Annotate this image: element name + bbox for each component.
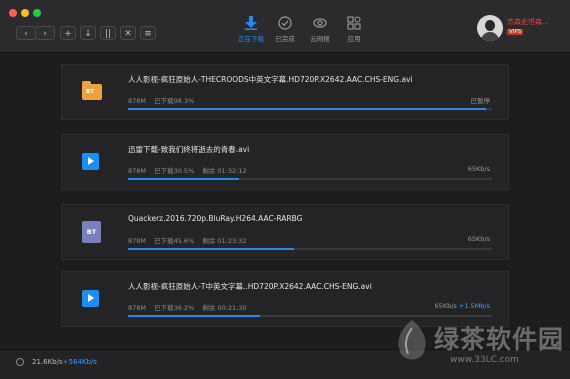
task-status: 已暂停 <box>470 97 491 105</box>
progress-bar <box>128 315 492 317</box>
delete-button[interactable]: ✕ <box>120 26 136 40</box>
file-type-label: BT <box>82 221 101 243</box>
avatar-body <box>481 32 499 41</box>
total-down-speed: 21.6Kb/s <box>32 358 63 366</box>
file-size: 878M <box>128 167 147 175</box>
file-size: 878M <box>128 97 147 105</box>
tab-downloading[interactable]: 正在下载 <box>236 16 266 43</box>
time-remaining: 剩余 01:32:12 <box>202 167 247 175</box>
download-speed: 65Kb/s <box>434 302 457 310</box>
tab-label: 正在下载 <box>238 35 264 43</box>
pause-button[interactable]: || <box>100 26 116 40</box>
progress-bar <box>128 108 492 110</box>
time-remaining: 剩余 01:23:32 <box>202 237 247 245</box>
download-item[interactable]: BT Quackerz.2016.720p.BluRay.H264.AAC-RA… <box>61 204 509 260</box>
file-name: 人人影视-疯狂原始人-T中英文字幕..HD720P.X2642.AAC.CHS-… <box>128 282 372 291</box>
titlebar: ‹ › + ↓ || ✕ ≡ 正在下载 已完成 云网搜 应用 杰森史坦森... … <box>0 0 570 53</box>
video-play-icon <box>82 150 102 174</box>
back-button[interactable]: ‹ <box>16 26 36 40</box>
cloud-search-icon <box>313 18 327 28</box>
watermark: 绿茶软件园 www.33LC.com <box>392 318 570 378</box>
file-size: 878M <box>128 304 147 312</box>
file-name: 迅雷下载-致我们终将逝去的青春.avi <box>128 145 250 154</box>
file-meta: 878M 已下载45.6% 剩余 01:23:32 <box>128 235 253 245</box>
nav-group: ‹ › <box>16 26 56 40</box>
bt-folder-icon: BT <box>82 80 102 104</box>
download-speed: 65Kb/s <box>467 165 490 173</box>
minimize-window-button[interactable] <box>21 9 29 17</box>
file-meta: 878M 已下载36.2% 剩余 00:21:30 <box>128 302 253 312</box>
progress-fill <box>128 108 486 110</box>
watermark-url: www.33LC.com <box>450 355 519 365</box>
file-meta: 878M 已下载30.5% 剩余 01:32:12 <box>128 165 253 175</box>
file-size: 878M <box>128 237 147 245</box>
tab-label: 云网搜 <box>310 35 330 43</box>
sort-button[interactable]: ≡ <box>140 26 156 40</box>
avatar[interactable] <box>477 15 503 41</box>
tab-label: 已完成 <box>275 35 295 43</box>
time-remaining: 剩余 00:21:30 <box>202 304 247 312</box>
upload-speed: +1.5Mb/s <box>458 302 490 310</box>
start-download-button[interactable]: ↓ <box>80 26 96 40</box>
file-name: 人人影视-疯狂原始人-THECROODS中英文字幕.HD720P.X2642.A… <box>128 75 413 84</box>
file-name: Quackerz.2016.720p.BluRay.H264.AAC-RARBG <box>128 214 303 223</box>
speed-icon <box>16 358 24 366</box>
download-item[interactable]: BT 人人影视-疯狂原始人-THECROODS中英文字幕.HD720P.X264… <box>61 64 509 120</box>
progress-text: 已下载98.3% <box>154 97 195 105</box>
avatar-head <box>485 20 495 31</box>
vip-badge: VIPS <box>507 29 524 35</box>
download-item[interactable]: 迅雷下载-致我们终将逝去的青春.avi 878M 已下载30.5% 剩余 01:… <box>61 134 509 190</box>
progress-fill <box>128 248 294 250</box>
file-meta: 878M 已下载98.3% <box>128 95 200 105</box>
check-circle-icon <box>278 16 292 30</box>
download-icon <box>245 16 257 30</box>
forward-button[interactable]: › <box>35 26 55 40</box>
apps-icon <box>347 16 361 30</box>
app-window: ‹ › + ↓ || ✕ ≡ 正在下载 已完成 云网搜 应用 杰森史坦森... … <box>0 0 570 379</box>
zoom-window-button[interactable] <box>33 9 41 17</box>
add-task-button[interactable]: + <box>60 26 76 40</box>
progress-text: 已下载45.6% <box>154 237 195 245</box>
total-speed: 21.6Kb/s+564Kb/s <box>32 358 97 366</box>
watermark-text: 绿茶软件园 <box>434 325 565 354</box>
progress-text: 已下载36.2% <box>154 304 195 312</box>
download-speed: 65Kb/s <box>467 235 490 243</box>
video-play-icon <box>82 287 102 311</box>
progress-fill <box>128 178 240 180</box>
bt-file-icon: BT <box>82 220 102 244</box>
leaf-logo-icon <box>398 320 426 360</box>
tab-cloud-search[interactable]: 云网搜 <box>305 16 335 43</box>
tab-apps[interactable]: 应用 <box>339 16 369 43</box>
progress-fill <box>128 315 260 317</box>
transfer-speed: 65Kb/s +1.5Mb/s <box>435 302 490 310</box>
username[interactable]: 杰森史坦森... <box>507 17 549 27</box>
tab-label: 应用 <box>347 35 361 43</box>
progress-bar <box>128 178 492 180</box>
tab-completed[interactable]: 已完成 <box>270 16 300 43</box>
close-window-button[interactable] <box>9 9 17 17</box>
progress-text: 已下载30.5% <box>154 167 195 175</box>
progress-bar <box>128 248 492 250</box>
total-up-speed: +564Kb/s <box>62 358 97 366</box>
file-type-label: BT <box>86 89 94 95</box>
